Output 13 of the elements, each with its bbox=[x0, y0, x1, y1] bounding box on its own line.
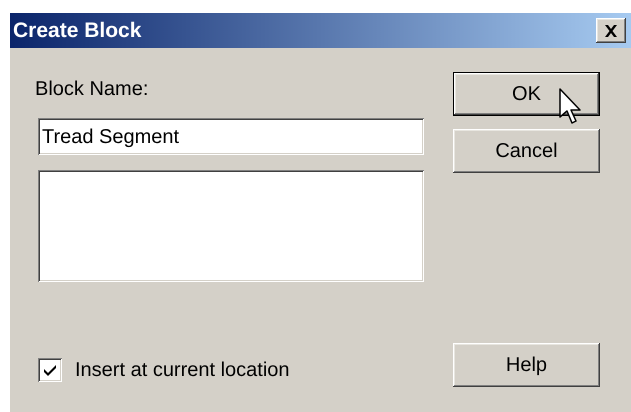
ok-button[interactable]: OK bbox=[453, 72, 600, 116]
list-box[interactable] bbox=[38, 170, 424, 282]
field-label: Block Name: bbox=[35, 77, 148, 101]
checkbox[interactable] bbox=[38, 358, 62, 382]
close-icon bbox=[604, 24, 618, 36]
cursor-icon bbox=[559, 88, 583, 126]
close-button[interactable] bbox=[596, 18, 626, 43]
check-icon bbox=[43, 364, 57, 376]
window-title: Create Block bbox=[13, 18, 142, 42]
help-button[interactable]: Help bbox=[453, 343, 600, 387]
cancel-button[interactable]: Cancel bbox=[453, 129, 600, 173]
checkbox-label: Insert at current location bbox=[75, 358, 290, 382]
block-name-field[interactable]: Tread Segment bbox=[38, 118, 424, 155]
